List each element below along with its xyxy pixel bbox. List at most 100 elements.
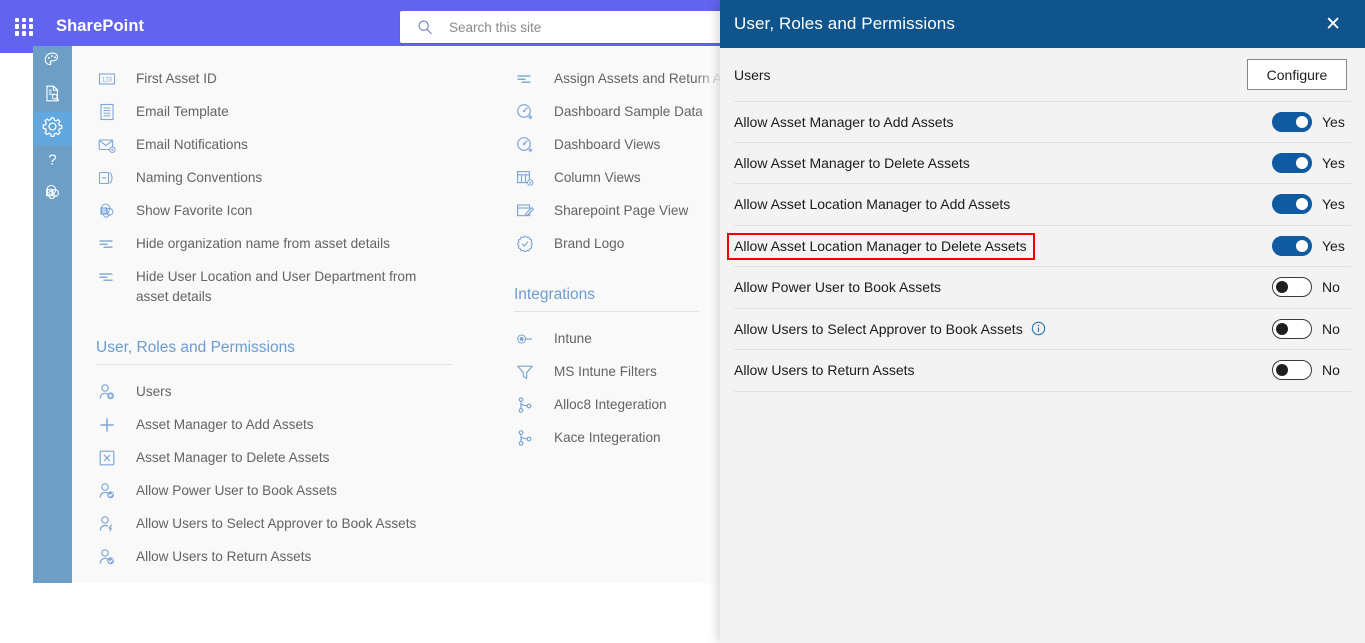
toggle-knob <box>1296 156 1308 169</box>
highlighted-permission-label: Allow Asset Location Manager to Delete A… <box>727 232 1035 260</box>
settings-item[interactable]: S Show Favorite Icon <box>72 194 476 227</box>
settings-item[interactable]: Email Template <box>72 95 476 128</box>
toggle-knob <box>1296 115 1308 128</box>
group-title-user-roles: User, Roles and Permissions <box>96 339 295 356</box>
theme-palette-icon <box>43 51 62 75</box>
settings-item[interactable]: Hide organization name from asset detail… <box>72 227 476 260</box>
toggle-state-text: No <box>1322 279 1340 296</box>
settings-item[interactable]: Kace Integeration <box>490 421 723 454</box>
close-icon[interactable]: ✕ <box>1319 11 1347 38</box>
permission-row: Allow Users to Return Assets No <box>734 350 1351 392</box>
search-input[interactable] <box>447 18 697 36</box>
intune-icon <box>514 329 536 349</box>
settings-item[interactable]: Allow Users to Select Approver to Book A… <box>72 507 476 540</box>
permission-row: Allow Users to Select Approver to Book A… <box>734 309 1351 350</box>
user-add-icon <box>96 382 118 402</box>
rail-item-sharepoint[interactable]: S <box>33 178 72 211</box>
settings-item[interactable]: Allow Power User to Book Assets <box>72 474 476 507</box>
sharepoint-favorite-icon: S <box>96 201 118 221</box>
permission-toggle[interactable] <box>1272 318 1312 339</box>
search-box[interactable] <box>400 11 722 43</box>
settings-item[interactable]: Users <box>72 375 476 408</box>
settings-item[interactable]: Naming Conventions <box>72 161 476 194</box>
permission-row: Allow Asset Location Manager to Delete A… <box>727 226 1351 267</box>
svg-text:?: ? <box>48 151 56 168</box>
permission-toggle[interactable] <box>1272 235 1312 256</box>
sharepoint-icon: S <box>43 183 62 207</box>
permission-row-control: Yes <box>1272 194 1351 215</box>
permission-row-control: Yes <box>1272 235 1351 256</box>
settings-item[interactable]: Asset Manager to Add Assets <box>72 408 476 441</box>
group-divider <box>96 364 452 365</box>
permission-row: Allow Asset Location Manager to Add Asse… <box>734 184 1351 226</box>
settings-item[interactable]: Email Notifications <box>72 128 476 161</box>
settings-item[interactable]: Asset Manager to Delete Assets <box>72 441 476 474</box>
permission-label: Allow Asset Manager to Add Assets <box>734 113 954 130</box>
settings-item[interactable]: Hide User Location and User Department f… <box>72 260 476 313</box>
toggle-state-text: No <box>1322 320 1340 337</box>
column-views-icon <box>514 168 536 188</box>
settings-item-label: Alloc8 Integeration <box>554 396 667 412</box>
svg-text:123: 123 <box>102 77 113 83</box>
settings-item[interactable]: Brand Logo <box>490 227 723 260</box>
settings-item[interactable]: Assign Assets and Return A <box>490 62 723 95</box>
group-divider <box>514 311 699 312</box>
rail-item-reports[interactable] <box>33 79 72 112</box>
settings-item[interactable]: MS Intune Filters <box>490 355 723 388</box>
settings-item-label: MS Intune Filters <box>554 363 657 379</box>
settings-item[interactable]: Sharepoint Page View <box>490 194 723 227</box>
settings-list-b-top: Assign Assets and Return A Dashboard Samp… <box>490 62 723 260</box>
rail-item-settings[interactable] <box>33 112 72 145</box>
branch-icon <box>514 395 536 415</box>
settings-item[interactable]: Alloc8 Integeration <box>490 388 723 421</box>
permission-row-control: No <box>1272 360 1351 381</box>
toggle-knob <box>1296 198 1308 211</box>
left-icon-rail: ? S <box>33 46 72 583</box>
permission-row: Allow Asset Manager to Add Assets Yes <box>734 101 1351 143</box>
sharepoint-brand-label[interactable]: SharePoint <box>56 17 144 36</box>
settings-item-label: Allow Power User to Book Assets <box>136 482 337 498</box>
rail-item-help[interactable]: ? <box>33 145 72 178</box>
permission-row-label-wrap: Allow Asset Location Manager to Add Asse… <box>734 196 1010 212</box>
info-icon[interactable] <box>1031 321 1046 336</box>
settings-item[interactable]: Intune <box>490 322 723 355</box>
permission-toggle[interactable] <box>1272 152 1312 173</box>
assign-lines-icon <box>514 69 536 89</box>
permission-toggle[interactable] <box>1272 194 1312 215</box>
settings-item-label: Assign Assets and Return A <box>554 70 722 86</box>
hide-lines-icon <box>96 267 118 287</box>
toggle-state-text: Yes <box>1322 113 1345 130</box>
toggle-state-text: Yes <box>1322 154 1345 171</box>
settings-item[interactable]: Dashboard Views <box>490 128 723 161</box>
settings-column-b: Assign Assets and Return A Dashboard Samp… <box>490 46 723 583</box>
settings-list-b-group: Intune MS Intune Filters Alloc8 Integerati… <box>490 322 723 454</box>
dashboard-add-icon <box>514 102 536 122</box>
settings-item[interactable]: 123 First Asset ID <box>72 62 476 95</box>
settings-item-label: Kace Integeration <box>554 429 661 445</box>
toggle-state-text: No <box>1322 362 1340 379</box>
settings-item[interactable]: Column Views <box>490 161 723 194</box>
email-template-icon <box>96 102 118 122</box>
permission-label: Allow Users to Select Approver to Book A… <box>734 320 1023 337</box>
permission-toggle[interactable] <box>1272 277 1312 298</box>
permission-label: Allow Power User to Book Assets <box>734 279 941 296</box>
dashboard-add-icon <box>514 135 536 155</box>
settings-item-label: Hide organization name from asset detail… <box>136 235 390 251</box>
settings-item[interactable]: Dashboard Sample Data <box>490 95 723 128</box>
permission-row-control: Yes <box>1272 111 1351 132</box>
rail-item-theme[interactable] <box>33 46 72 79</box>
question-mark-icon: ? <box>43 150 62 174</box>
settings-item-label: First Asset ID <box>136 70 217 86</box>
configure-button[interactable]: Configure <box>1247 59 1347 90</box>
settings-item-label: Column Views <box>554 169 641 185</box>
settings-item-label: Naming Conventions <box>136 169 263 185</box>
permission-row-label-wrap: Allow Asset Manager to Add Assets <box>734 114 953 130</box>
settings-item-label: Asset Manager to Add Assets <box>136 416 314 432</box>
permission-toggle[interactable] <box>1272 360 1312 381</box>
permission-toggle[interactable] <box>1272 111 1312 132</box>
permission-row-label-wrap: Allow Asset Location Manager to Delete A… <box>727 232 1035 260</box>
page-edit-icon <box>514 201 536 221</box>
svg-text:S: S <box>102 208 107 215</box>
settings-item[interactable]: Allow Users to Return Assets <box>72 540 476 573</box>
permission-row: Allow Asset Manager to Delete Assets Yes <box>734 143 1351 184</box>
